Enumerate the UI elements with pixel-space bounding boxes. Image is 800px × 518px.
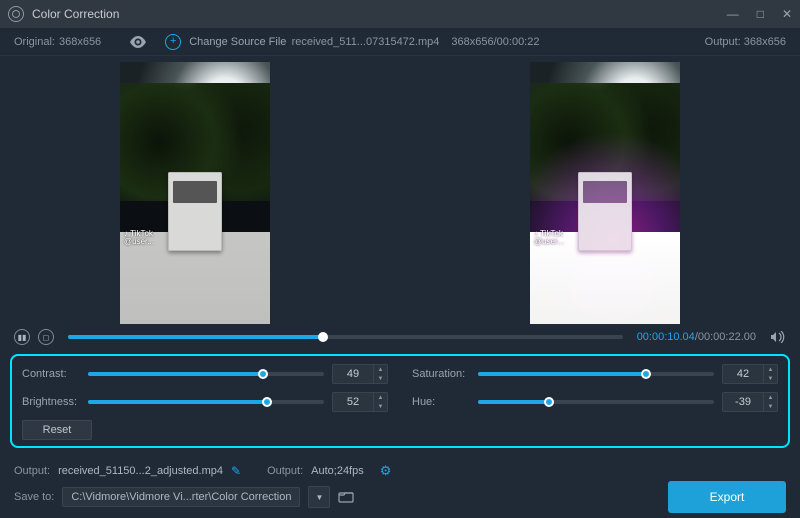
- tiktok-watermark: ♪ TikTok@user...: [124, 230, 154, 248]
- seek-progress: [68, 335, 323, 339]
- output-settings-label: Output:: [267, 465, 303, 477]
- timecode: 00:00:10.04/00:00:22.00: [637, 331, 756, 343]
- brightness-down[interactable]: ▼: [374, 402, 387, 411]
- source-filename: received_511...07315472.mp4: [292, 36, 440, 48]
- brightness-up[interactable]: ▲: [374, 393, 387, 402]
- saturation-up[interactable]: ▲: [764, 365, 777, 374]
- original-label: Original:: [14, 36, 55, 48]
- bottom-panel: Output: received_51150...2_adjusted.mp4 …: [0, 454, 800, 518]
- output-dimensions: Output: 368x656: [705, 36, 786, 48]
- add-source-icon[interactable]: +: [165, 34, 181, 50]
- output-file-name: received_51150...2_adjusted.mp4: [58, 465, 223, 477]
- source-file-info: received_511...07315472.mp4 368x656/00:0…: [292, 36, 540, 48]
- change-source-button[interactable]: Change Source File: [189, 36, 286, 48]
- output-settings-icon[interactable]: ⚙: [380, 463, 392, 479]
- contrast-spinner[interactable]: 49▲▼: [332, 364, 388, 384]
- saturation-slider[interactable]: [478, 372, 714, 376]
- stop-button[interactable]: ◻: [38, 329, 54, 345]
- brightness-spinner[interactable]: 52▲▼: [332, 392, 388, 412]
- brightness-slider[interactable]: [88, 400, 324, 404]
- save-path-dropdown[interactable]: ▼: [308, 486, 330, 508]
- contrast-slider[interactable]: [88, 372, 324, 376]
- saturation-control: Saturation: 42▲▼: [412, 364, 778, 384]
- play-pause-button[interactable]: ▮▮: [14, 329, 30, 345]
- output-file-label: Output:: [14, 465, 50, 477]
- save-to-label: Save to:: [14, 491, 54, 503]
- minimize-button[interactable]: —: [727, 7, 739, 21]
- color-adjust-panel: Contrast: 49▲▼ Saturation: 42▲▼ Brightne…: [10, 354, 790, 448]
- hue-spinner[interactable]: -39▲▼: [722, 392, 778, 412]
- hue-slider[interactable]: [478, 400, 714, 404]
- open-folder-icon[interactable]: [338, 491, 354, 503]
- edit-output-name-icon[interactable]: ✎: [231, 464, 241, 478]
- preview-toggle-icon[interactable]: [129, 36, 147, 48]
- window-title: Color Correction: [32, 7, 119, 21]
- output-settings-value: Auto;24fps: [311, 465, 364, 477]
- export-button[interactable]: Export: [668, 481, 786, 513]
- hue-control: Hue: -39▲▼: [412, 392, 778, 412]
- seek-knob[interactable]: [318, 332, 328, 342]
- hue-up[interactable]: ▲: [764, 393, 777, 402]
- adjusted-preview: ♪ TikTok@user...: [530, 62, 680, 324]
- playback-timeline: ▮▮ ◻ 00:00:10.04/00:00:22.00: [0, 324, 800, 350]
- original-preview: ♪ TikTok@user...: [120, 62, 270, 324]
- contrast-down[interactable]: ▼: [374, 374, 387, 383]
- original-dim: 368x656: [59, 36, 101, 48]
- close-button[interactable]: ✕: [782, 7, 792, 21]
- info-toolbar: Original: 368x656 + Change Source File r…: [0, 28, 800, 56]
- seek-slider[interactable]: [68, 335, 623, 339]
- hue-down[interactable]: ▼: [764, 402, 777, 411]
- contrast-up[interactable]: ▲: [374, 365, 387, 374]
- source-dim-dur: 368x656/00:00:22: [451, 36, 539, 48]
- contrast-control: Contrast: 49▲▼: [22, 364, 388, 384]
- app-logo-icon: [8, 6, 24, 22]
- saturation-down[interactable]: ▼: [764, 374, 777, 383]
- preview-area: ♪ TikTok@user... ♪ TikTok@user...: [0, 56, 800, 324]
- volume-icon[interactable]: [770, 331, 786, 343]
- maximize-button[interactable]: □: [757, 7, 764, 21]
- titlebar: Color Correction — □ ✕: [0, 0, 800, 28]
- save-path-field[interactable]: C:\Vidmore\Vidmore Vi...rter\Color Corre…: [62, 487, 300, 507]
- brightness-control: Brightness: 52▲▼: [22, 392, 388, 412]
- reset-button[interactable]: Reset: [22, 420, 92, 440]
- saturation-spinner[interactable]: 42▲▼: [722, 364, 778, 384]
